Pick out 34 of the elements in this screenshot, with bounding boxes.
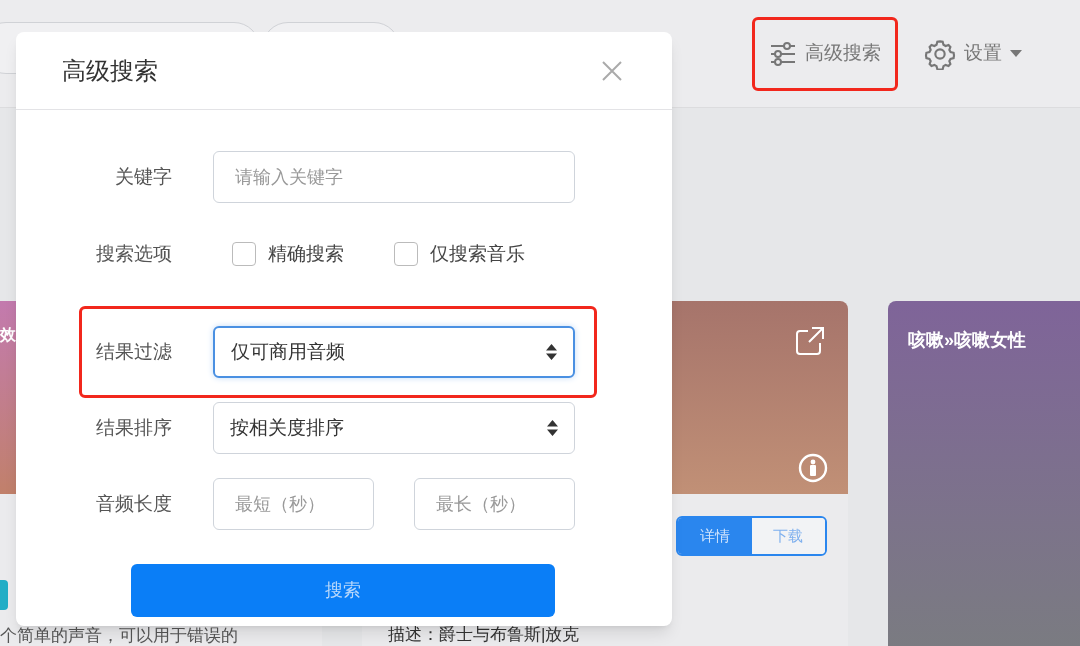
field-label: 音频长度 (95, 491, 173, 516)
person-icon (798, 453, 828, 483)
checkbox[interactable] (394, 242, 418, 266)
min-duration-field[interactable]: 最短（秒） (213, 478, 374, 530)
card-title: 咳嗽»咳嗽女性 (908, 330, 1026, 350)
download-tab[interactable]: 下载 (751, 518, 825, 554)
sliders-icon (769, 39, 797, 68)
tag-chip (0, 580, 8, 610)
checkbox[interactable] (232, 242, 256, 266)
close-icon (602, 60, 622, 81)
filter-select[interactable]: 仅可商用音频 (213, 326, 575, 378)
details-tab[interactable]: 详情 (678, 518, 752, 554)
caret-icon (1010, 49, 1022, 58)
sort-select[interactable]: 按相关度排序 (213, 402, 575, 454)
checkbox-option[interactable]: 仅搜索音乐 (394, 239, 525, 269)
keyword-field[interactable]: 请输入关键字 (213, 151, 575, 203)
max-duration-field[interactable]: 最长（秒） (414, 478, 575, 530)
sort-caret-icon (547, 420, 558, 436)
search-button[interactable]: 搜索 (131, 564, 555, 617)
field-label: 结果排序 (95, 415, 173, 440)
close-button[interactable] (602, 60, 622, 81)
card-title: 效 (0, 326, 16, 343)
card-description: 描述：爵士与布鲁斯|放克 (388, 626, 581, 643)
share-icon (794, 325, 826, 357)
card-description: 个简单的声音，可以用于错误的 (0, 627, 239, 644)
checkbox-option[interactable]: 精确搜索 (232, 239, 344, 269)
settings-button[interactable]: 设置 (924, 37, 1022, 70)
field-label: 搜索选项 (95, 241, 173, 266)
sort-caret-icon (546, 344, 557, 360)
advanced-search-button[interactable]: 高级搜索 (752, 16, 898, 91)
field-label: 关键字 (114, 164, 173, 189)
dialog-title: 高级搜索 (62, 55, 158, 86)
field-label: 结果过滤 (95, 339, 173, 364)
settings-icon (924, 37, 956, 70)
